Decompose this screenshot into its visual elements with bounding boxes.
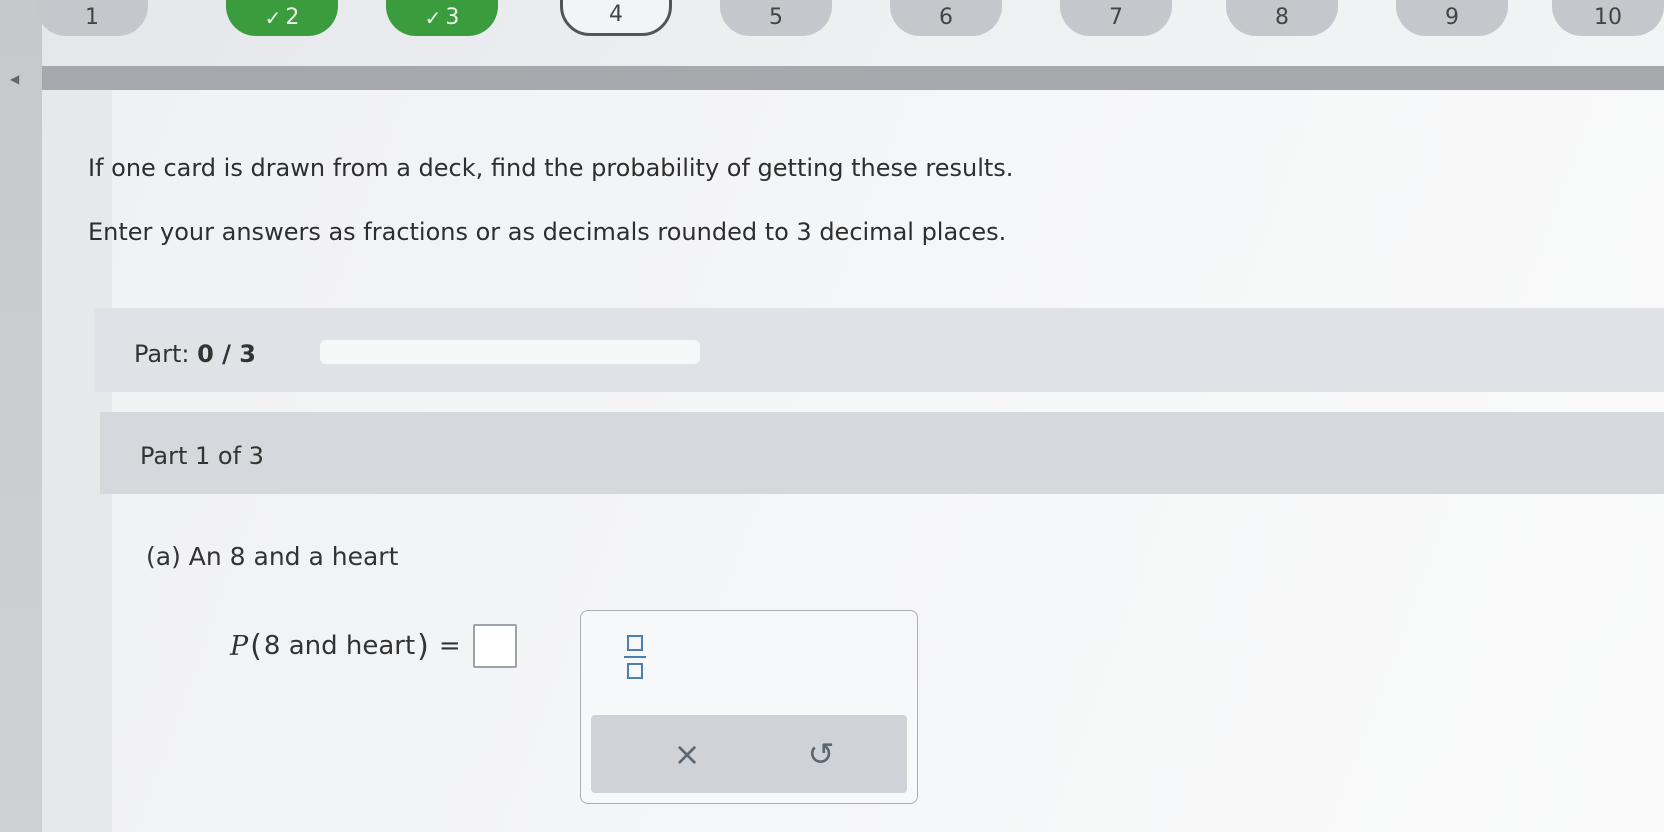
check-icon: ✓: [424, 6, 442, 30]
equation-variable: P: [230, 630, 249, 662]
question-nav-label: 6: [939, 5, 953, 30]
probability-equation: P ( 8 and heart ) =: [230, 624, 517, 668]
question-nav-label: 7: [1109, 5, 1123, 30]
left-edge: [0, 0, 42, 832]
open-paren: (: [250, 628, 262, 664]
question-nav-item-1[interactable]: 1: [36, 0, 148, 36]
close-paren: ): [417, 628, 429, 664]
question-nav-item-3[interactable]: ✓ 3: [386, 0, 498, 36]
collapse-bar[interactable]: [42, 66, 1664, 90]
undo-icon[interactable]: ↺: [791, 731, 851, 777]
fraction-bar: [624, 656, 646, 658]
fraction-numerator-box: [627, 635, 643, 651]
chevron-left-icon[interactable]: ◀: [10, 72, 19, 86]
prompt-line-2: Enter your answers as fractions or as de…: [88, 218, 1007, 246]
question-nav-item-8[interactable]: 8: [1226, 0, 1338, 36]
equals-sign: =: [438, 631, 461, 661]
question-nav-label: 8: [1275, 5, 1289, 30]
question-nav-item-4[interactable]: 4: [560, 0, 672, 36]
part-header-title: Part 1 of 3: [140, 442, 264, 470]
question-nav-item-9[interactable]: 9: [1396, 0, 1508, 36]
fraction-denominator-box: [627, 663, 643, 679]
question-nav-label: 10: [1594, 5, 1622, 30]
question-nav-item-5[interactable]: 5: [720, 0, 832, 36]
question-nav-label: 3: [445, 5, 460, 30]
question-nav-label: 9: [1445, 5, 1459, 30]
part-progress-value: 0 / 3: [197, 340, 256, 368]
part-progress-label: Part: 0 / 3: [134, 340, 256, 368]
progress-track: [320, 340, 700, 364]
question-nav-item-2[interactable]: ✓ 2: [226, 0, 338, 36]
question-text: (a) An 8 and a heart: [146, 542, 399, 571]
question-nav-item-6[interactable]: 6: [890, 0, 1002, 36]
question-nav: 1 ✓ 2 ✓ 3 4 5 6 7 8 9 10: [0, 0, 1664, 40]
part-progress-title: Part:: [134, 340, 190, 368]
close-icon[interactable]: ×: [657, 731, 717, 777]
equation-args: 8 and heart: [263, 631, 416, 661]
prompt-line-1: If one card is drawn from a deck, find t…: [88, 154, 1014, 182]
math-palette: × ↺: [580, 610, 918, 804]
palette-tool-tray: × ↺: [591, 715, 907, 793]
check-icon: ✓: [264, 6, 282, 30]
part-header: [100, 412, 1664, 494]
fraction-icon[interactable]: [623, 635, 647, 687]
question-nav-label: 2: [285, 5, 300, 30]
question-nav-label: 5: [769, 5, 783, 30]
question-nav-label: 1: [85, 5, 99, 30]
question-nav-item-7[interactable]: 7: [1060, 0, 1172, 36]
question-nav-item-10[interactable]: 10: [1552, 0, 1664, 36]
answer-input[interactable]: [472, 624, 517, 668]
question-nav-label: 4: [609, 2, 623, 27]
